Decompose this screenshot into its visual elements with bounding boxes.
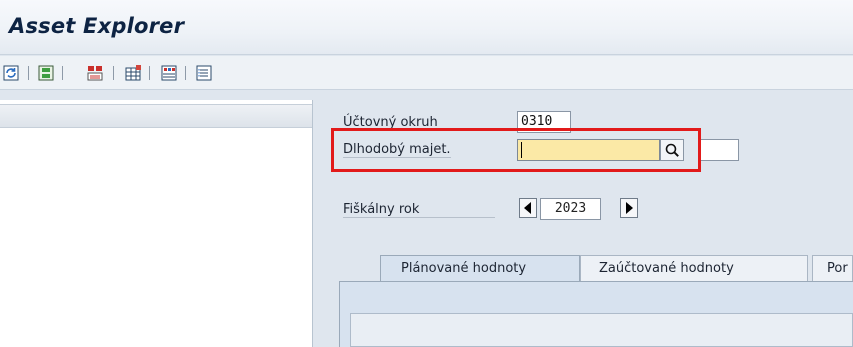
toolbar-separator <box>185 66 186 80</box>
fiscal-year-label: Fiškálny rok <box>343 202 495 218</box>
next-year-button[interactable] <box>620 198 638 218</box>
window-title: Asset Explorer <box>9 14 185 38</box>
fiscal-year-field[interactable]: 2023 <box>540 198 601 220</box>
left-panel-header <box>0 104 312 128</box>
tab-inner-frame <box>350 313 853 347</box>
left-navigation-panel <box>0 100 313 347</box>
tab-comparison[interactable]: Por <box>812 255 853 282</box>
toolbar-separator <box>113 66 114 80</box>
save-layout-icon[interactable] <box>37 64 55 82</box>
application-toolbar <box>0 56 853 90</box>
list-icon[interactable] <box>195 64 213 82</box>
asset-values-icon[interactable] <box>86 64 104 82</box>
tab-planned-values[interactable]: Plánované hodnoty <box>380 255 580 282</box>
refresh-icon[interactable] <box>2 64 20 82</box>
title-bar: Asset Explorer <box>0 0 853 55</box>
tab-posted-values[interactable]: Zaúčtované hodnoty <box>580 255 808 282</box>
highlight-annotation <box>331 128 701 172</box>
asset-subnumber-field[interactable] <box>700 139 739 161</box>
triangle-left-icon <box>524 202 531 214</box>
toolbar-separator <box>62 66 63 80</box>
triangle-right-icon <box>626 202 633 214</box>
toolbar-separator <box>28 66 29 80</box>
table-icon[interactable] <box>124 64 142 82</box>
toolbar-separator <box>149 66 150 80</box>
grid-icon[interactable] <box>160 64 178 82</box>
previous-year-button[interactable] <box>519 198 537 218</box>
